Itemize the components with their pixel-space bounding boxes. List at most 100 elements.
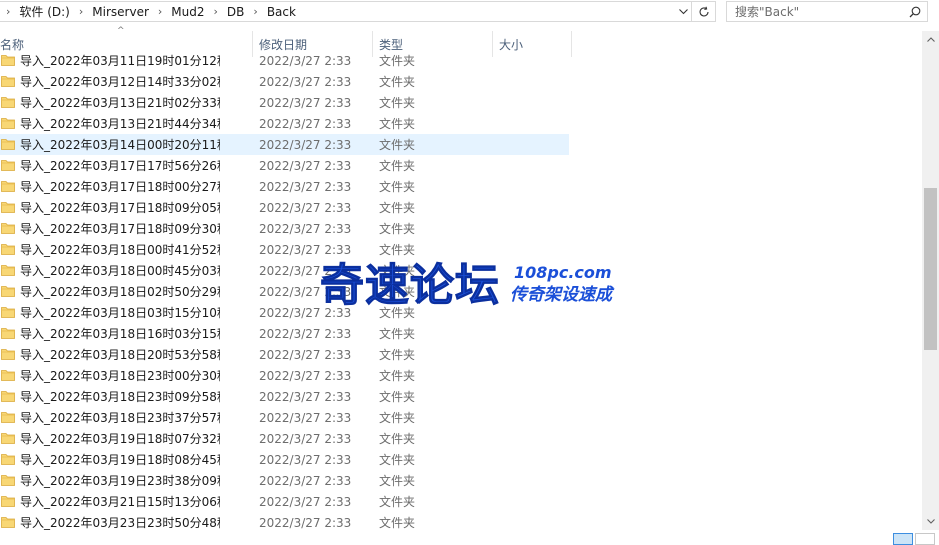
folder-icon: [1, 349, 15, 360]
folder-icon: [1, 307, 15, 318]
folder-icon: [1, 517, 15, 528]
file-row[interactable]: 导入_2022年03月13日21时02分33秒 2022/3/27 2:33 文件夹: [0, 92, 569, 113]
folder-icon: [1, 97, 15, 108]
file-modified-date: 2022/3/27 2:33: [259, 116, 352, 131]
file-modified-date: 2022/3/27 2:33: [259, 389, 352, 404]
search-icon[interactable]: [909, 6, 921, 18]
folder-icon: [1, 202, 15, 213]
breadcrumb-chevron-icon[interactable]: ›: [205, 5, 227, 18]
file-modified-date: 2022/3/27 2:33: [259, 368, 352, 383]
breadcrumb-chevron-icon[interactable]: ›: [0, 5, 19, 18]
file-row[interactable]: 导入_2022年03月14日00时20分11秒 2022/3/27 2:33 文件夹: [0, 134, 569, 155]
folder-icon: [1, 118, 15, 129]
file-type: 文件夹: [379, 75, 416, 89]
folder-icon: [1, 160, 15, 171]
file-row[interactable]: 导入_2022年03月19日23时38分09秒 2022/3/27 2:33 文件夹: [0, 470, 569, 491]
file-type: 文件夹: [379, 159, 416, 173]
file-row[interactable]: 导入_2022年03月17日18时09分30秒 2022/3/27 2:33 文件夹: [0, 218, 569, 239]
file-name: 导入_2022年03月18日00时45分03秒: [20, 264, 220, 278]
folder-icon: [1, 475, 15, 486]
watermark-domain: 108pc.com: [514, 263, 612, 282]
file-type: 文件夹: [379, 453, 416, 467]
refresh-button[interactable]: [692, 1, 716, 22]
breadcrumb-db[interactable]: DB: [227, 5, 244, 19]
file-name: 导入_2022年03月13日21时44分34秒: [20, 117, 220, 131]
file-type: 文件夹: [379, 222, 416, 236]
file-name: 导入_2022年03月19日18时07分32秒: [20, 432, 220, 446]
file-modified-date: 2022/3/27 2:33: [259, 179, 352, 194]
folder-icon: [1, 370, 15, 381]
search-input[interactable]: [727, 4, 897, 19]
file-name: 导入_2022年03月18日23时37分57秒: [20, 411, 220, 425]
breadcrumb-chevron-icon[interactable]: ›: [70, 5, 92, 18]
file-row[interactable]: 导入_2022年03月21日15时13分06秒 2022/3/27 2:33 文件夹: [0, 491, 569, 512]
file-type: 文件夹: [379, 495, 416, 509]
file-name: 导入_2022年03月19日18时08分45秒: [20, 453, 220, 467]
file-row[interactable]: 导入_2022年03月19日18时08分45秒 2022/3/27 2:33 文件夹: [0, 449, 569, 470]
file-name: 导入_2022年03月13日21时02分33秒: [20, 96, 220, 110]
file-name: 导入_2022年03月17日18时09分05秒: [20, 201, 220, 215]
details-view-button[interactable]: [893, 533, 913, 545]
watermark-logo: 奇速论坛 108pc.com 传奇架设速成: [320, 260, 615, 311]
file-name: 导入_2022年03月18日23时00分30秒: [20, 369, 220, 383]
address-bar-row: › 软件 (D:) › Mirserver › Mud2 › DB › Back: [0, 0, 939, 24]
file-name: 导入_2022年03月18日02时50分29秒: [20, 285, 220, 299]
file-modified-date: 2022/3/27 2:33: [259, 473, 352, 488]
breadcrumb-back[interactable]: Back: [267, 5, 296, 19]
breadcrumb-chevron-icon[interactable]: ›: [149, 5, 171, 18]
large-icons-view-button[interactable]: [915, 533, 935, 545]
file-row[interactable]: 导入_2022年03月23日23时50分48秒 2022/3/27 2:33 文件夹: [0, 512, 569, 533]
file-name: 导入_2022年03月17日18时09分30秒: [20, 222, 220, 236]
file-modified-date: 2022/3/27 2:33: [259, 95, 352, 110]
file-row[interactable]: 导入_2022年03月13日21时44分34秒 2022/3/27 2:33 文件夹: [0, 113, 569, 134]
file-modified-date: 2022/3/27 2:33: [259, 410, 352, 425]
file-row[interactable]: 导入_2022年03月18日23时00分30秒 2022/3/27 2:33 文件夹: [0, 365, 569, 386]
file-name: 导入_2022年03月18日00时41分52秒: [20, 243, 220, 257]
file-row[interactable]: 导入_2022年03月17日17时56分26秒 2022/3/27 2:33 文件夹: [0, 155, 569, 176]
folder-icon: [1, 76, 15, 87]
scroll-up-icon[interactable]: [922, 31, 939, 48]
file-row[interactable]: 导入_2022年03月11日19时01分12秒 2022/3/27 2:33 文件夹: [0, 50, 569, 71]
file-row[interactable]: 导入_2022年03月19日18时07分32秒 2022/3/27 2:33 文件夹: [0, 428, 569, 449]
folder-icon: [1, 139, 15, 150]
file-type: 文件夹: [379, 201, 416, 215]
search-box[interactable]: [726, 1, 928, 22]
file-name: 导入_2022年03月14日00时20分11秒: [20, 138, 220, 152]
file-type: 文件夹: [379, 117, 416, 131]
file-modified-date: 2022/3/27 2:33: [259, 137, 352, 152]
vertical-scrollbar[interactable]: [922, 31, 939, 530]
watermark-main-text: 奇速论坛: [320, 260, 500, 310]
file-modified-date: 2022/3/27 2:33: [259, 347, 352, 362]
file-row[interactable]: 导入_2022年03月18日23时37分57秒 2022/3/27 2:33 文件夹: [0, 407, 569, 428]
scroll-down-icon[interactable]: [922, 513, 939, 530]
file-modified-date: 2022/3/27 2:33: [259, 158, 352, 173]
file-row[interactable]: 导入_2022年03月12日14时33分02秒 2022/3/27 2:33 文件夹: [0, 71, 569, 92]
file-modified-date: 2022/3/27 2:33: [259, 221, 352, 236]
refresh-icon: [698, 6, 709, 16]
file-type: 文件夹: [379, 348, 416, 362]
file-row[interactable]: 导入_2022年03月18日20时53分58秒 2022/3/27 2:33 文件夹: [0, 344, 569, 365]
address-dropdown-chevron-down-icon[interactable]: [675, 2, 691, 21]
breadcrumb-mirserver[interactable]: Mirserver: [92, 5, 149, 19]
file-row[interactable]: 导入_2022年03月17日18时00分27秒 2022/3/27 2:33 文件夹: [0, 176, 569, 197]
file-modified-date: 2022/3/27 2:33: [259, 431, 352, 446]
file-type: 文件夹: [379, 180, 416, 194]
folder-icon: [1, 244, 15, 255]
address-bar[interactable]: › 软件 (D:) › Mirserver › Mud2 › DB › Back: [0, 1, 692, 22]
file-row[interactable]: 导入_2022年03月18日23时09分58秒 2022/3/27 2:33 文件夹: [0, 386, 569, 407]
file-type: 文件夹: [379, 516, 416, 530]
file-type: 文件夹: [379, 54, 416, 68]
folder-icon: [1, 412, 15, 423]
file-type: 文件夹: [379, 96, 416, 110]
file-modified-date: 2022/3/27 2:33: [259, 53, 352, 68]
folder-icon: [1, 454, 15, 465]
file-modified-date: 2022/3/27 2:33: [259, 326, 352, 341]
folder-icon: [1, 265, 15, 276]
file-row[interactable]: 导入_2022年03月18日16时03分15秒 2022/3/27 2:33 文件夹: [0, 323, 569, 344]
file-row[interactable]: 导入_2022年03月17日18时09分05秒 2022/3/27 2:33 文件夹: [0, 197, 569, 218]
file-name: 导入_2022年03月18日20时53分58秒: [20, 348, 220, 362]
scrollbar-thumb[interactable]: [924, 188, 937, 350]
breadcrumb-mud2[interactable]: Mud2: [171, 5, 204, 19]
breadcrumb-drive[interactable]: 软件 (D:): [19, 3, 69, 20]
breadcrumb-chevron-icon[interactable]: ›: [244, 5, 266, 18]
